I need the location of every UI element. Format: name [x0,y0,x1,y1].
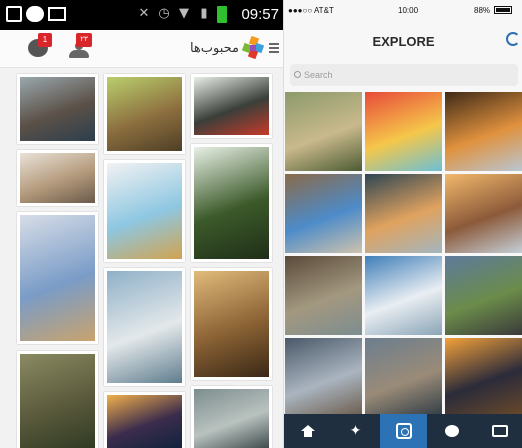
signal-icon: ▮ [200,6,208,21]
explore-grid [284,92,522,417]
person-in-field-photo[interactable] [285,92,362,171]
status-time: 09:57 [241,6,279,23]
app-logo-icon [241,36,265,60]
carrier-label: ●●●○○ AT&T [288,6,334,15]
camera-tab-icon[interactable] [380,414,427,448]
feed-tile[interactable] [104,268,185,386]
elephant-photo [20,354,95,448]
feed-tile[interactable] [17,351,98,448]
battery-percent: 88% [474,6,491,15]
dogs-basket-photo [194,271,269,377]
search-icon [294,71,301,78]
cartoon-stairs-illustration [107,163,182,259]
status-time: 10:00 [398,6,419,15]
city-building-photo[interactable] [285,256,362,335]
app-header: 1 ۲۳ محبوب‌ها [0,30,283,68]
feed-tile[interactable] [17,150,98,206]
rock-sunset-photo[interactable] [445,174,522,253]
explore-tab-icon[interactable]: ✦ [332,414,379,448]
hamburger-menu-icon[interactable] [269,43,279,53]
gallery-notification-icon [6,6,22,22]
bottom-tab-bar: ✦ [284,414,522,448]
alarm-icon: ◷ [158,6,170,21]
battery-icon [494,6,512,14]
search-placeholder: Search [304,70,333,80]
user-badge: ۲۳ [76,33,92,47]
mail-notification-icon [48,7,66,21]
coast-sunset-photo[interactable] [445,92,522,171]
search-input[interactable]: Search [290,64,518,86]
page-title: محبوب‌ها [189,41,239,56]
monkey-camera-photo [107,77,182,151]
news-tab-icon[interactable] [428,414,475,448]
mountain-road-photo[interactable] [445,256,522,335]
hot-air-balloon-photo[interactable] [365,92,442,171]
feed-tile[interactable] [191,74,272,138]
profile-tab-icon[interactable] [476,414,522,448]
seaside-lights-photo[interactable] [445,338,522,417]
battery-icon [217,6,227,23]
feed-tile[interactable] [17,74,98,144]
feed-tile[interactable] [191,268,272,380]
dome-rock-photo[interactable] [365,338,442,417]
feed-tile[interactable] [104,74,185,154]
vibrate-icon: ✕ [138,6,150,21]
message-notification-icon [26,6,44,22]
terraced-pools-photo [107,271,182,383]
refresh-icon[interactable] [506,32,520,46]
city-skyline-photo[interactable] [285,338,362,417]
animal-closeup-photo [194,389,269,448]
kitchen-interior-photo [20,153,95,203]
lake-cliff-photo [20,77,95,141]
feed-tile[interactable] [104,392,185,448]
page-title: EXPLORE [372,34,435,49]
feed-tile[interactable] [17,212,98,344]
ios-app-screen: ●●●○○ AT&T 10:00 88% EXPLORE Search ✦ [283,0,522,448]
android-status-bar: ✕ ◷ ▼ ▮ 09:57 [0,0,283,30]
feed-tile[interactable] [104,160,185,262]
insect-photo [194,77,269,135]
feed-tile[interactable] [191,386,272,448]
ocean-horizon-photo[interactable] [365,174,442,253]
blue-tent-photo[interactable] [285,174,362,253]
feed-tile[interactable] [191,144,272,262]
ios-status-bar: ●●●○○ AT&T 10:00 88% [284,0,522,20]
flower-spill-photo [194,147,269,259]
snow-mountain-photo[interactable] [365,256,442,335]
chat-badge: 1 [38,33,52,47]
android-app-screen: ✕ ◷ ▼ ▮ 09:57 1 ۲۳ محبوب‌ها [0,0,283,448]
bird-on-flowers-photo [20,215,95,341]
wifi-icon: ▼ [179,6,189,21]
sunset-sea-photo [107,395,182,448]
home-tab-icon[interactable] [284,414,331,448]
favorites-feed [0,68,283,448]
